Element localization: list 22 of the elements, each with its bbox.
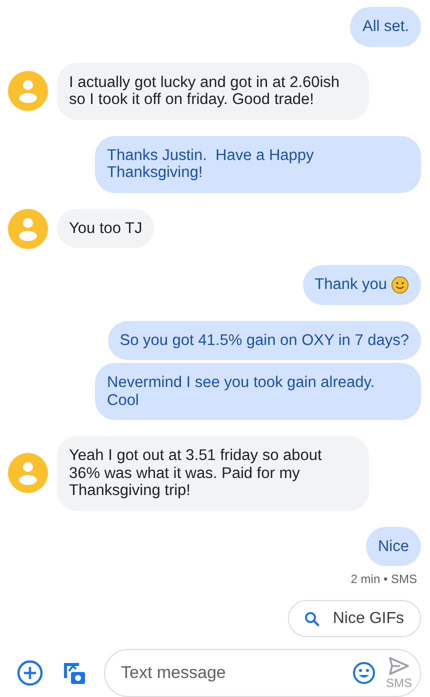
gif-suggestion-chip[interactable]: Nice GIFs bbox=[288, 600, 421, 637]
message-input-field[interactable]: Text message bbox=[119, 662, 352, 684]
avatar-icon bbox=[8, 71, 48, 111]
message-text: I actually got lucky and got in at 2.60ish so I took it off on friday. Good trade! bbox=[69, 74, 341, 108]
send-icon bbox=[388, 656, 410, 676]
message-text: So you got 41.5% gain on OXY in 7 days? bbox=[120, 332, 409, 349]
photo-camera-icon bbox=[61, 660, 87, 686]
message-text: Yeah I got out at 3.51 friday so about 36% was what it was. Paid for my Thanksgiving trip! bbox=[69, 447, 323, 500]
message-text: Thank you bbox=[314, 276, 387, 294]
avatar-icon bbox=[8, 453, 48, 494]
message-text: Nevermind I see you took gain already. Cool bbox=[107, 374, 376, 409]
message-text: Nice bbox=[378, 538, 409, 555]
emoji-icon[interactable] bbox=[352, 661, 376, 685]
message-status: 2 min • SMS bbox=[350, 572, 417, 586]
message-text: You too TJ bbox=[69, 220, 142, 238]
send-button[interactable]: SMS bbox=[386, 656, 412, 690]
plus-icon bbox=[17, 660, 43, 686]
message-composer[interactable]: Text message SMS bbox=[104, 649, 421, 697]
avatar-icon bbox=[8, 208, 48, 248]
message-text: All set. bbox=[362, 18, 409, 36]
message-text: Thanks Justin. Have a Happy Thanksgiving! bbox=[107, 146, 315, 182]
search-icon bbox=[302, 610, 321, 628]
